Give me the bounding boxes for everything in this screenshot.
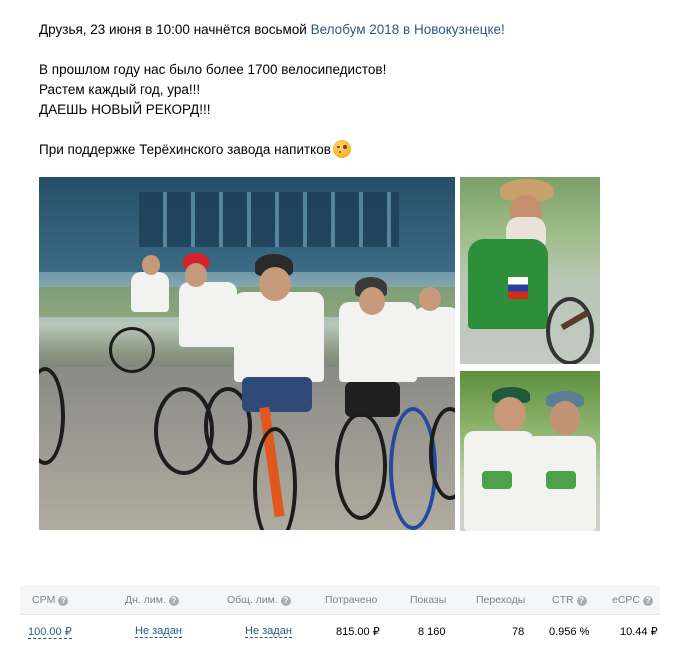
header-ctr-label: CTR [552,593,574,606]
rider-head [419,287,441,311]
impressions-value: 8 160 [418,625,446,638]
help-icon[interactable]: ? [643,595,654,606]
stats-data-row: 100.00 ₽ Не задан Не задан 815.00 ₽ 8 16… [20,614,660,648]
photo-main-cyclists[interactable] [39,177,455,530]
winking-face-icon [332,140,351,158]
shirt-print [546,471,576,489]
post-line-4: ДАЕШЬ НОВЫЙ РЕКОРД!!! [39,102,211,117]
flag-shape [508,277,528,299]
rider-shirt [179,282,237,347]
clicks-value: 78 [512,625,525,638]
rider-shirt [234,292,324,382]
shirt-print [482,471,512,489]
header-ecpc: eCPC? [612,593,654,606]
total-limit-value[interactable]: Не задан [245,625,292,638]
bike-wheel [335,412,387,520]
help-icon[interactable]: ? [280,595,291,606]
photo-bearded-man[interactable] [460,177,600,364]
spent-value: 815.00 ₽ [336,626,380,638]
header-impressions: Показы [410,593,447,606]
rider-shorts [345,382,400,417]
header-day-limit-label: Дн. лим. [125,593,166,606]
post-text: Друзья, 23 июня в 10:00 начнётся восьмой… [39,20,639,160]
help-icon[interactable]: ? [58,595,69,606]
rider-shirt [131,272,169,312]
post-line-5: При поддержке Терёхинского завода напитк… [39,140,639,160]
header-clicks: Переходы [476,593,526,606]
ecpc-value: 10.44 ₽ [620,626,658,638]
header-spent: Потрачено [325,593,378,606]
bike-wheel [546,297,594,364]
day-limit-value[interactable]: Не задан [135,625,182,638]
help-icon[interactable]: ? [576,595,587,606]
ctr-value: 0.956 % [549,625,590,638]
rider-head [259,267,291,301]
cpm-value[interactable]: 100.00 ₽ [28,625,72,639]
post-line-3: Растем каждый год, ура!!! [39,82,201,97]
header-total-limit: Общ. лим.? [227,594,291,606]
velobum-link[interactable]: Велобум 2018 в Новокузнецке! [311,22,505,37]
header-total-limit-label: Общ. лим. [227,593,278,606]
header-ecpc-label: eCPC [612,593,641,606]
header-ctr: CTR? [552,594,587,606]
post-line-2: В прошлом году нас было более 1700 велос… [39,62,387,77]
header-cpm: CPM? [32,593,69,606]
post-line-5-text: При поддержке Терёхинского завода напитк… [39,142,331,157]
help-icon[interactable]: ? [168,595,179,606]
bike-wheel [109,327,155,373]
header-day-limit: Дн. лим.? [125,594,179,606]
photo-two-men[interactable] [460,371,600,531]
rider-head [142,255,160,275]
rider-shirt [339,302,417,382]
man-face [550,401,580,435]
rider-shirt [414,307,455,377]
rider-shorts [242,377,312,412]
ad-stats-table: CPM? Дн. лим.? Общ. лим.? Потрачено Пока… [20,585,660,648]
rider-head [359,287,385,315]
rider-head [185,263,207,287]
building-windows [139,192,399,247]
post-line-1-text: Друзья, 23 июня в 10:00 начнётся восьмой [39,22,311,37]
man-face [494,397,526,431]
post-line-1: Друзья, 23 июня в 10:00 начнётся восьмой… [39,20,639,40]
stats-header-row: CPM? Дн. лим.? Общ. лим.? Потрачено Пока… [20,585,660,614]
header-cpm-label: CPM [32,593,56,606]
